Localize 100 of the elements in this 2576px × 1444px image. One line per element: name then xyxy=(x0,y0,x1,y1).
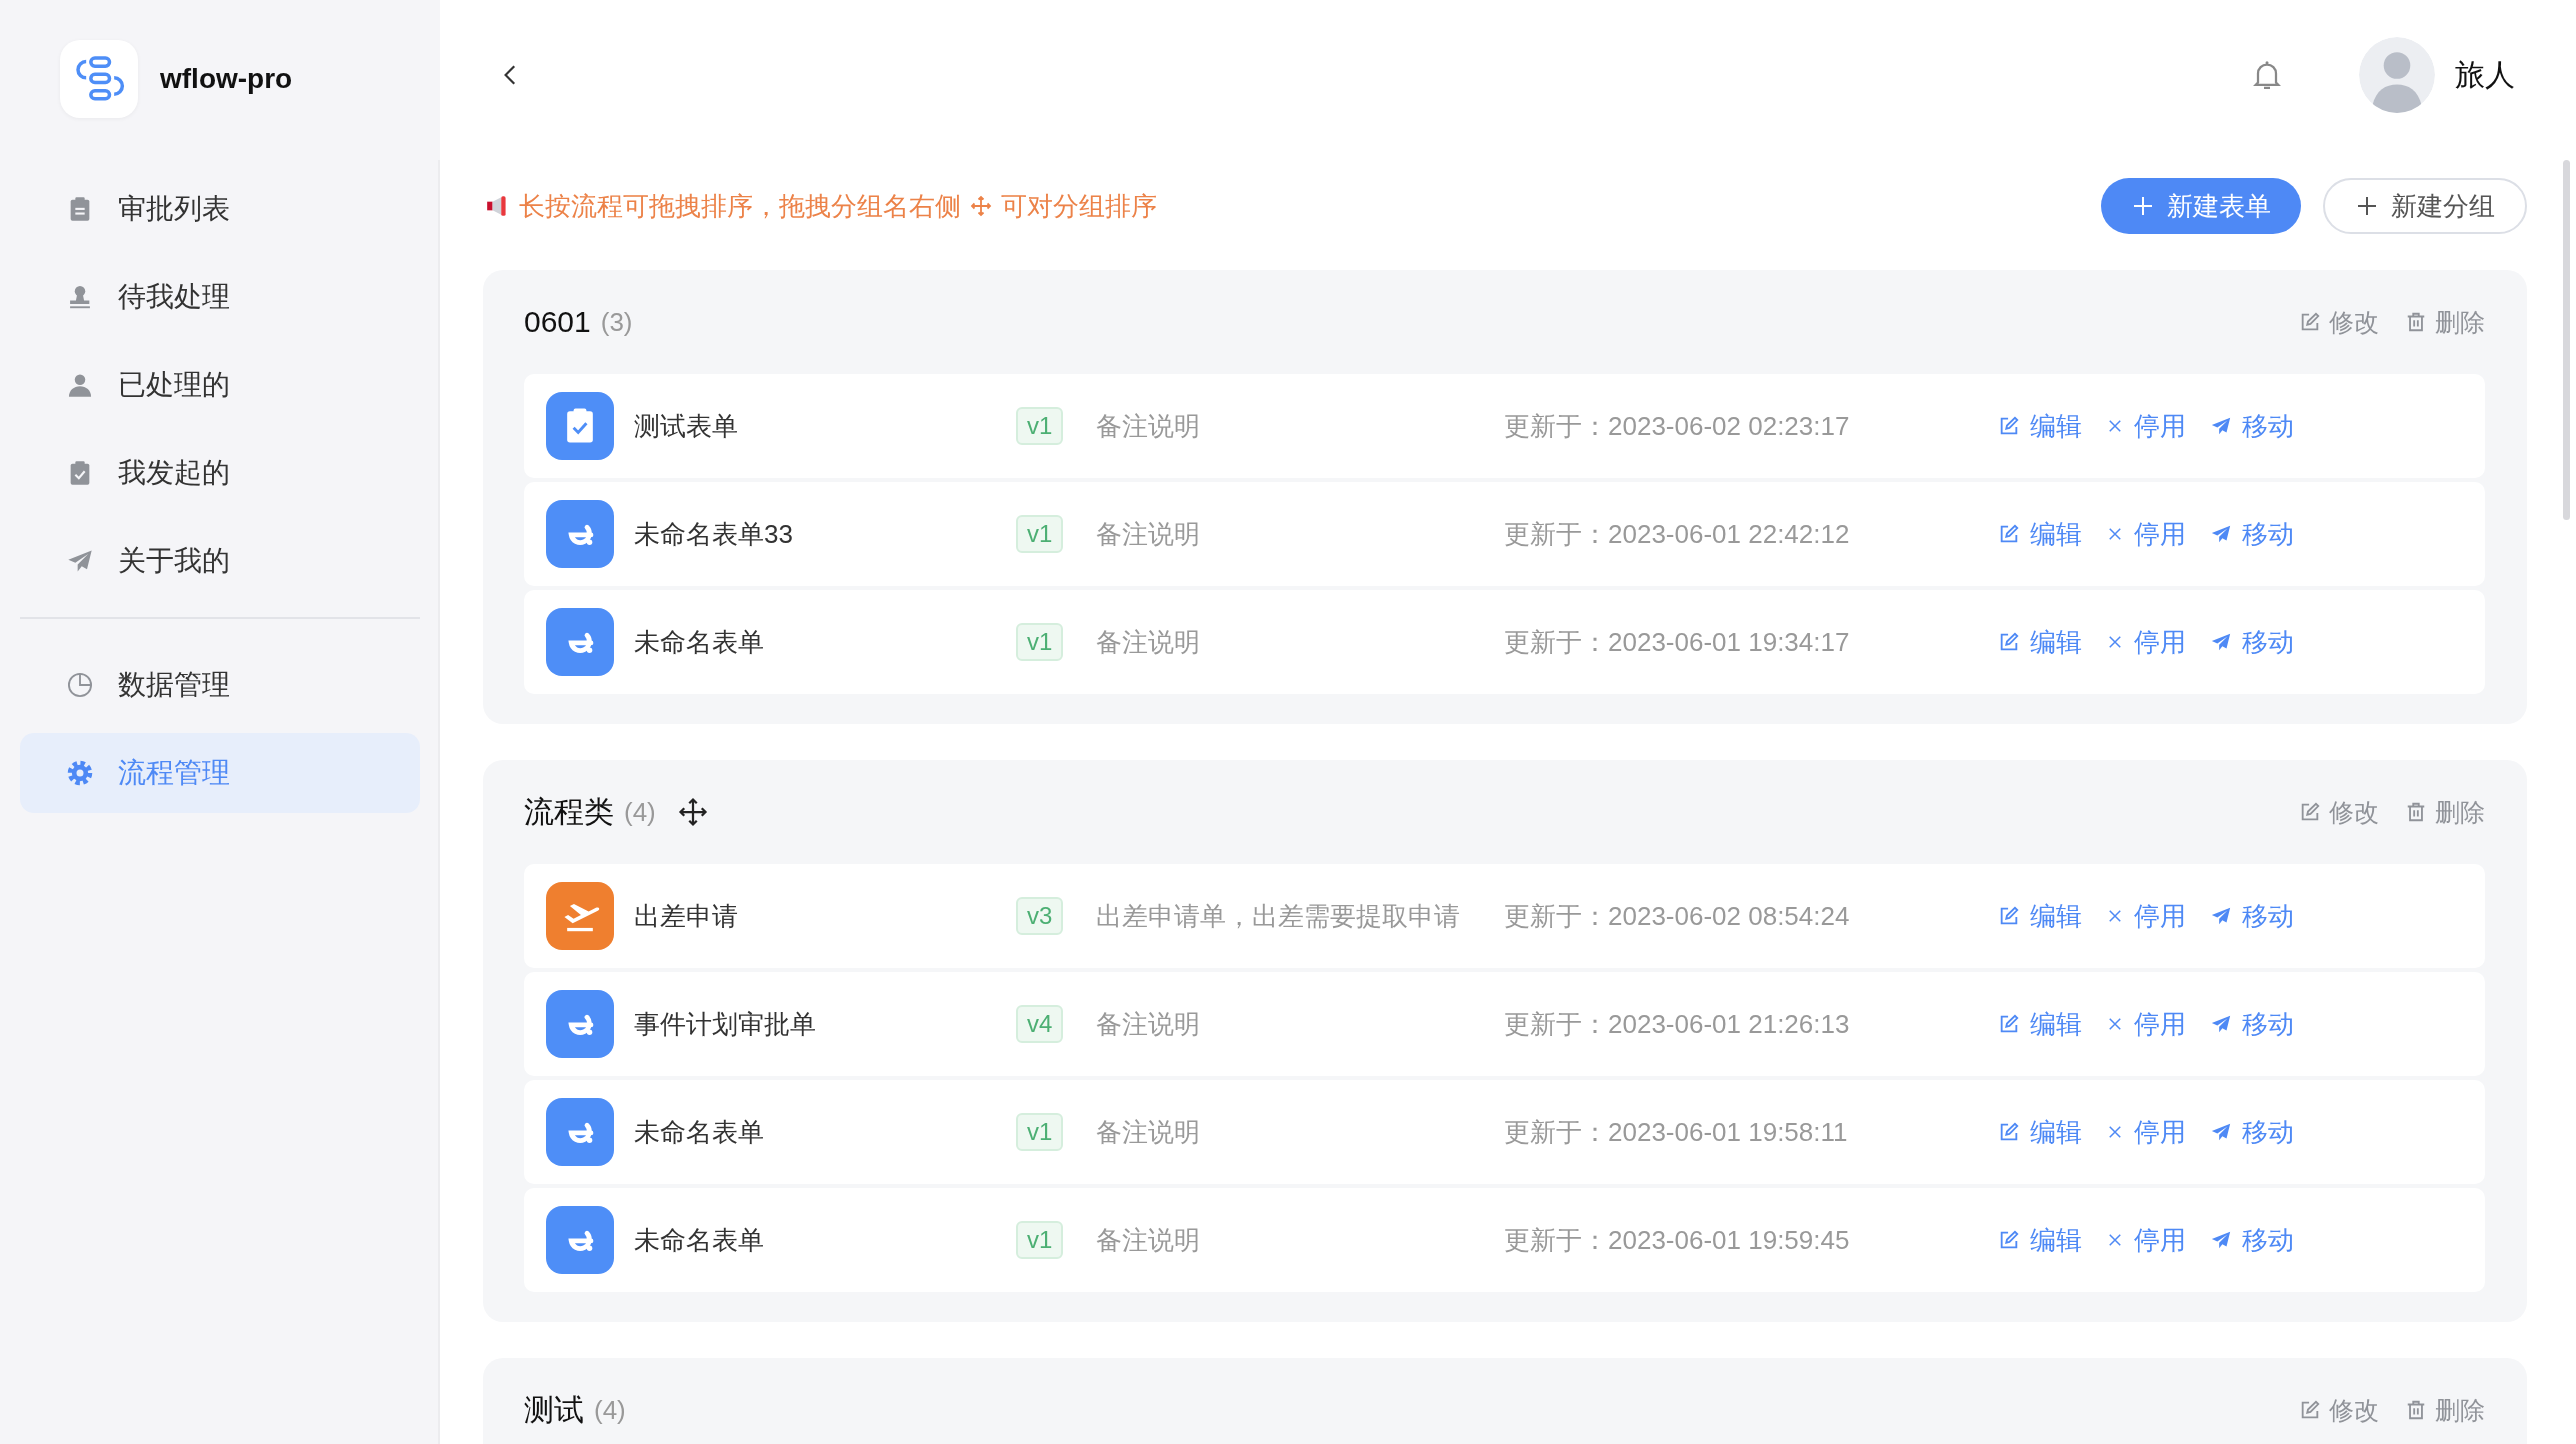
edit-icon xyxy=(1998,1121,2020,1143)
group-action-link[interactable]: 修改 xyxy=(2299,795,2379,829)
sidebar-item[interactable]: 已处理的 xyxy=(20,345,420,425)
form-row[interactable]: 未命名表单 v1 备注说明 更新于：2023-06-01 19:58:11 编辑 停用 移动 xyxy=(524,1080,2485,1184)
row-action-link[interactable]: 编辑 xyxy=(1998,516,2082,552)
form-note: 备注说明 xyxy=(1096,409,1201,443)
paper-plane-icon xyxy=(2210,415,2232,437)
row-action-link[interactable]: 编辑 xyxy=(1998,1114,2082,1150)
version-tag: v4 xyxy=(1016,1005,1064,1043)
row-action-link[interactable]: 停用 xyxy=(2106,1114,2186,1150)
paper-plane-icon xyxy=(2210,905,2232,927)
move-icon xyxy=(969,194,993,218)
move-icon[interactable] xyxy=(677,797,708,827)
row-action-link[interactable]: 停用 xyxy=(2106,516,2186,552)
row-action-link[interactable]: 编辑 xyxy=(1998,408,2082,444)
group-action-link[interactable]: 修改 xyxy=(2299,1393,2379,1427)
sidebar-item[interactable]: 待我处理 xyxy=(20,257,420,337)
plus-icon xyxy=(2355,194,2379,218)
version-tag: v1 xyxy=(1016,515,1064,553)
sidebar-item[interactable]: 流程管理 xyxy=(20,733,420,813)
row-action-link[interactable]: 移动 xyxy=(2210,408,2294,444)
avatar[interactable] xyxy=(2359,37,2435,113)
form-note: 备注说明 xyxy=(1096,1115,1201,1149)
form-name: 出差申请 xyxy=(634,899,739,933)
edit-icon xyxy=(2299,311,2321,333)
pie-chart-icon xyxy=(66,671,94,699)
group-action-link[interactable]: 删除 xyxy=(2405,305,2485,339)
form-name: 未命名表单 xyxy=(634,1223,765,1257)
group-name: 测试 xyxy=(524,1391,584,1428)
row-action-link[interactable]: 停用 xyxy=(2106,1222,2186,1258)
paper-plane-icon xyxy=(2210,1229,2232,1251)
group-name: 0601 xyxy=(524,305,591,339)
edit-icon xyxy=(1998,905,2020,927)
form-row[interactable]: 未命名表单 v1 备注说明 更新于：2023-06-01 19:34:17 编辑 停用 移动 xyxy=(524,590,2485,694)
row-action-link[interactable]: 编辑 xyxy=(1998,898,2082,934)
edit-icon xyxy=(1998,523,2020,545)
row-action-link[interactable]: 停用 xyxy=(2106,408,2186,444)
sidebar-item[interactable]: 我发起的 xyxy=(20,433,420,513)
version-tag: v1 xyxy=(1016,623,1064,661)
edit-icon xyxy=(1998,1013,2020,1035)
row-action-link[interactable]: 编辑 xyxy=(1998,624,2082,660)
close-icon xyxy=(2106,525,2124,543)
scrollbar[interactable] xyxy=(2563,160,2570,520)
version-tag: v1 xyxy=(1016,407,1064,445)
sidebar-item[interactable]: 数据管理 xyxy=(20,645,420,725)
close-icon xyxy=(2106,1015,2124,1033)
form-row[interactable]: 测试表单 v1 备注说明 更新于：2023-06-02 02:23:17 编辑 停用 移动 xyxy=(524,374,2485,478)
row-action-link[interactable]: 移动 xyxy=(2210,898,2294,934)
close-icon xyxy=(2106,907,2124,925)
notice-text: 长按流程可拖拽排序，拖拽分组名右侧 xyxy=(519,189,961,223)
edit-icon xyxy=(1998,1229,2020,1251)
version-tag: v3 xyxy=(1016,897,1064,935)
sidebar-item[interactable]: 审批列表 xyxy=(20,169,420,249)
close-icon xyxy=(2106,417,2124,435)
group-action-link[interactable]: 删除 xyxy=(2405,795,2485,829)
row-action-link[interactable]: 移动 xyxy=(2210,1114,2294,1150)
row-action-link[interactable]: 移动 xyxy=(2210,516,2294,552)
trash-icon xyxy=(2405,1399,2427,1421)
version-tag: v1 xyxy=(1016,1221,1064,1259)
updated-time: 更新于：2023-06-01 19:34:17 xyxy=(1504,625,1851,659)
form-row[interactable]: 未命名表单 v1 备注说明 更新于：2023-06-01 19:59:45 编辑 停用 移动 xyxy=(524,1188,2485,1292)
row-action-link[interactable]: 编辑 xyxy=(1998,1006,2082,1042)
form-note: 备注说明 xyxy=(1096,1223,1201,1257)
row-action-link[interactable]: 停用 xyxy=(2106,624,2186,660)
new-group-button[interactable]: 新建分组 xyxy=(2323,178,2527,234)
row-action-link[interactable]: 移动 xyxy=(2210,1222,2294,1258)
trash-icon xyxy=(2405,311,2427,333)
row-action-link[interactable]: 移动 xyxy=(2210,624,2294,660)
row-action-link[interactable]: 移动 xyxy=(2210,1006,2294,1042)
updated-time: 更新于：2023-06-01 19:58:11 xyxy=(1504,1115,1849,1149)
new-form-button[interactable]: 新建表单 xyxy=(2101,178,2301,234)
user-name[interactable]: 旅人 xyxy=(2455,54,2515,96)
row-action-link[interactable]: 停用 xyxy=(2106,1006,2186,1042)
app-name: wflow-pro xyxy=(160,63,293,95)
row-action-link[interactable]: 编辑 xyxy=(1998,1222,2082,1258)
updated-time: 更新于：2023-06-01 21:26:13 xyxy=(1504,1007,1851,1041)
paper-plane-icon xyxy=(2210,1013,2232,1035)
form-name: 未命名表单 xyxy=(634,625,765,659)
form-row[interactable]: 事件计划审批单 v4 备注说明 更新于：2023-06-01 21:26:13 编辑 停用 移动 xyxy=(524,972,2485,1076)
edit-icon xyxy=(1998,415,2020,437)
row-action-link[interactable]: 停用 xyxy=(2106,898,2186,934)
paper-plane-icon xyxy=(2210,631,2232,653)
updated-time: 更新于：2023-06-02 02:23:17 xyxy=(1504,409,1851,443)
form-name: 未命名表单33 xyxy=(634,517,794,551)
form-row[interactable]: 未命名表单33 v1 备注说明 更新于：2023-06-01 22:42:12 编辑 停用 移动 xyxy=(524,482,2485,586)
edit-icon xyxy=(2299,801,2321,823)
group-name: 流程类 xyxy=(524,793,614,830)
close-icon xyxy=(2106,633,2124,651)
paper-plane-icon xyxy=(2210,1121,2232,1143)
form-row[interactable]: 出差申请 v3 出差申请单，出差需要提取申请 更新于：2023-06-02 08:54:24 编辑 停用 移动 xyxy=(524,864,2485,968)
group-action-link[interactable]: 删除 xyxy=(2405,1393,2485,1427)
form-note: 出差申请单，出差需要提取申请 xyxy=(1096,899,1461,933)
group-count: (4) xyxy=(624,796,656,828)
trash-icon xyxy=(2405,801,2427,823)
group-action-link[interactable]: 修改 xyxy=(2299,305,2379,339)
group-count: (4) xyxy=(594,1394,626,1426)
sidebar-item[interactable]: 关于我的 xyxy=(20,521,420,601)
paper-plane-icon xyxy=(2210,523,2232,545)
version-tag: v1 xyxy=(1016,1113,1064,1151)
form-name: 未命名表单 xyxy=(634,1115,765,1149)
